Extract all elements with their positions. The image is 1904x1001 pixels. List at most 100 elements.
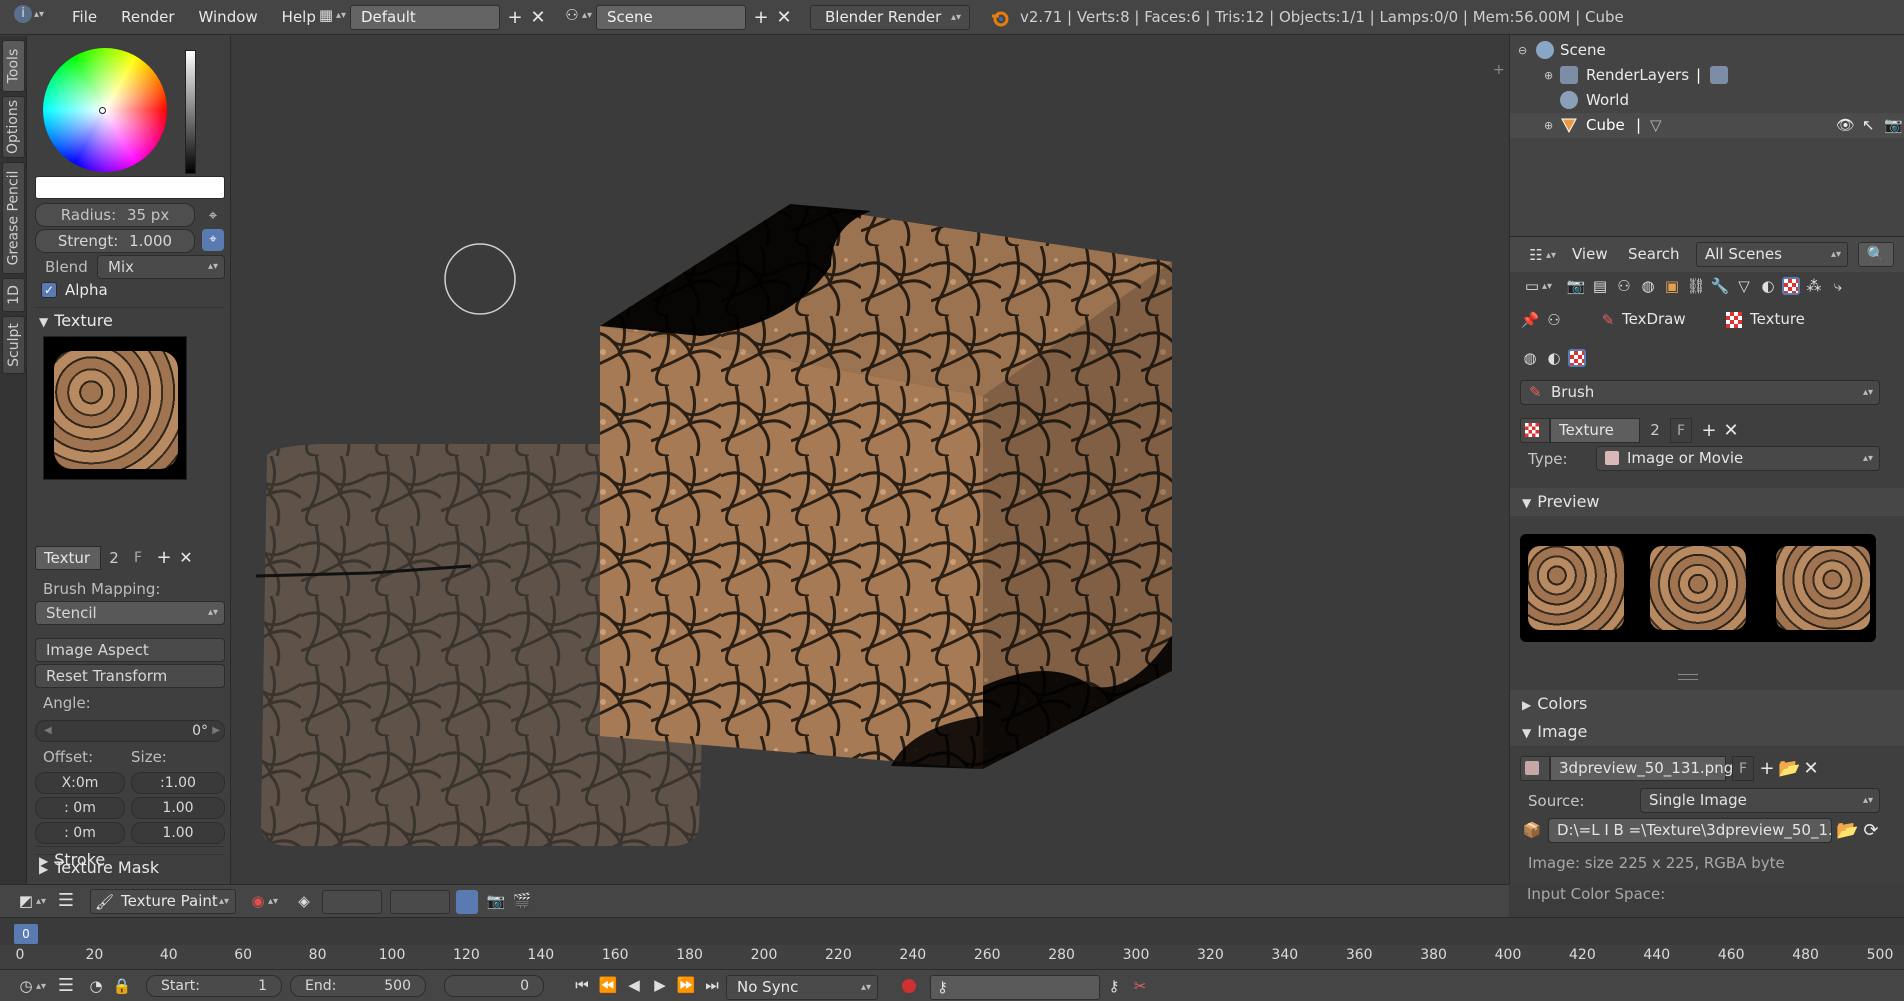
new-texture-icon[interactable]: + xyxy=(1698,418,1720,443)
world-tab-icon[interactable]: ◍ xyxy=(1638,276,1658,296)
outliner-search-icon[interactable]: 🔍 xyxy=(1858,242,1894,267)
constraints-tab-icon[interactable]: ⛓ xyxy=(1686,276,1706,296)
expand-icon[interactable]: ⊕ xyxy=(1544,113,1553,138)
texture-name-field[interactable]: Textur xyxy=(35,546,101,570)
color-wheel[interactable] xyxy=(43,48,167,172)
pin-icon[interactable]: 📌 xyxy=(1520,310,1540,330)
packed-file-icon[interactable]: 📦 xyxy=(1522,820,1542,840)
menu-file[interactable]: File xyxy=(60,0,109,35)
preview-resize-handle[interactable] xyxy=(1678,674,1698,680)
visibility-eye-icon[interactable]: 👁 xyxy=(1836,113,1855,138)
texture-panel-header[interactable]: ▼ Texture xyxy=(35,307,225,333)
new-image-icon[interactable]: + xyxy=(1756,756,1778,781)
add-scene-icon[interactable]: + xyxy=(750,5,772,30)
unlink-texture-icon[interactable]: ✕ xyxy=(175,545,197,570)
menu-toggle-icon[interactable]: ☰ xyxy=(56,976,76,996)
reset-transform-button[interactable]: Reset Transform xyxy=(35,664,225,688)
info-editor-icon[interactable]: i xyxy=(14,5,32,23)
texture-tab-icon[interactable] xyxy=(1782,277,1800,295)
brush-color-swatch[interactable] xyxy=(35,176,225,199)
render-layers-tab-icon[interactable]: ▤ xyxy=(1590,276,1610,296)
texture-users-count[interactable]: 2 xyxy=(103,546,125,570)
outliner-row-world[interactable]: World xyxy=(1510,88,1904,113)
size-x-field[interactable]: :1.00 xyxy=(131,772,225,794)
remove-scene-icon[interactable]: ✕ xyxy=(773,5,795,30)
color-wheel-cursor[interactable] xyxy=(99,107,106,114)
play-icon[interactable]: ▶ xyxy=(650,975,670,995)
material-texture-context-icon[interactable]: ◐ xyxy=(1544,348,1564,368)
browse-filepath-icon[interactable]: 📂 xyxy=(1836,818,1858,843)
selectable-cursor-icon[interactable]: ↖ xyxy=(1862,113,1875,138)
modifiers-tab-icon[interactable]: 🔧 xyxy=(1710,276,1730,296)
angle-field[interactable]: ◀ 0° ▶ xyxy=(35,720,225,742)
image-source-select[interactable]: Single Image ▴▾ xyxy=(1640,788,1880,813)
renderable-camera-icon[interactable]: 📷 xyxy=(1884,113,1903,138)
insert-keyframe-icon[interactable]: ⚷ xyxy=(1104,976,1124,996)
layer-buttons-b[interactable] xyxy=(390,890,450,914)
tab-options[interactable]: Options xyxy=(2,96,25,158)
data-tab-icon[interactable]: ▽ xyxy=(1734,276,1754,296)
render-engine-select[interactable]: Blender Render ▴▾ xyxy=(810,5,970,30)
value-slider[interactable] xyxy=(185,50,196,174)
physics-tab-icon[interactable]: ⤷ xyxy=(1828,276,1848,296)
prev-keyframe-icon[interactable]: ⏪ xyxy=(598,975,618,995)
offset-x-field[interactable]: X:0m xyxy=(35,772,125,794)
autokey-icon[interactable]: ◔ xyxy=(86,976,106,996)
opengl-render-icon[interactable]: 📷 xyxy=(486,891,506,911)
brush-texture-context-icon[interactable] xyxy=(1568,349,1586,367)
screen-layout-field[interactable]: Default xyxy=(350,5,500,30)
brush-select[interactable]: ✎ Brush ▴▾ xyxy=(1520,380,1880,405)
jump-start-icon[interactable]: ⏮ xyxy=(572,975,592,995)
collapse-icon[interactable]: ⊖ xyxy=(1518,38,1527,63)
add-screen-icon[interactable]: + xyxy=(504,5,526,30)
texture-name-field[interactable]: Texture xyxy=(1550,418,1640,443)
menu-window[interactable]: Window xyxy=(187,0,270,35)
keying-set-field[interactable]: ⚷ xyxy=(930,975,1100,1000)
delete-keyframe-icon[interactable]: ✂ xyxy=(1130,976,1150,996)
outliner-display-mode-select[interactable]: All Scenes ▴▾ xyxy=(1696,242,1848,267)
image-browse-button[interactable] xyxy=(1520,756,1550,781)
tab-1d[interactable]: 1D xyxy=(2,278,25,312)
texture-browse-button[interactable] xyxy=(1520,418,1550,443)
colors-panel-header[interactable]: ▶ Colors xyxy=(1510,690,1904,718)
tab-tools[interactable]: Tools xyxy=(2,40,25,92)
open-image-icon[interactable]: 📂 xyxy=(1778,756,1800,781)
record-icon[interactable] xyxy=(902,979,916,993)
object-tab-icon[interactable]: ▣ xyxy=(1662,276,1682,296)
scene-icon[interactable]: ⚇ xyxy=(562,5,582,25)
editor-type-icon[interactable]: ◩ xyxy=(16,891,36,911)
timeline-ruler[interactable]: 0 20 40 60 80 100 120 140 160 180 200 220 240 260 280 3… xyxy=(0,945,1904,969)
render-layer-lock-icon[interactable] xyxy=(456,890,478,914)
image-filepath-field[interactable]: D:\=L I B =\Texture\3dpreview_50_1... xyxy=(1548,818,1832,843)
lock-icon[interactable]: 🔒 xyxy=(112,976,132,996)
particles-tab-icon[interactable]: ⁂ xyxy=(1804,276,1824,296)
outliner-row-scene[interactable]: ⊖ Scene xyxy=(1510,38,1904,63)
menu-toggle-icon[interactable]: ☰ xyxy=(56,891,76,911)
texture-fake-user-button[interactable]: F xyxy=(1670,418,1692,443)
render-layer-icon[interactable] xyxy=(1710,66,1728,84)
properties-editor-icon[interactable]: ▭ xyxy=(1522,276,1542,296)
tab-sculpt[interactable]: Sculpt xyxy=(2,316,25,374)
outliner-row-renderlayers[interactable]: ⊕ RenderLayers | xyxy=(1510,63,1904,88)
blend-select[interactable]: Mix ▴▾ xyxy=(97,255,225,279)
reload-image-icon[interactable]: ⟳ xyxy=(1860,818,1882,843)
outliner-editor-icon[interactable]: ☷ xyxy=(1526,245,1546,265)
current-frame-indicator[interactable]: 0 xyxy=(14,924,38,944)
texture-fake-user-button[interactable]: F xyxy=(127,546,149,570)
offset-y-field[interactable]: : 0m xyxy=(35,797,125,819)
screen-layout-icon[interactable]: ▦ xyxy=(316,5,336,25)
render-tab-icon[interactable]: 📷 xyxy=(1566,276,1586,296)
outliner-search-menu[interactable]: Search xyxy=(1628,245,1680,263)
alpha-checkbox[interactable]: ✓ xyxy=(41,282,57,298)
outliner-view-menu[interactable]: View xyxy=(1572,245,1608,263)
brush-mapping-select[interactable]: Stencil ▴▾ xyxy=(35,601,225,625)
strength-field[interactable]: Strengt: 1.000 xyxy=(35,229,195,253)
texture-thumbnail[interactable] xyxy=(43,336,187,480)
remove-screen-icon[interactable]: ✕ xyxy=(527,5,549,30)
unlink-texture-icon[interactable]: ✕ xyxy=(1720,418,1742,443)
world-texture-context-icon[interactable]: ◍ xyxy=(1520,348,1540,368)
radius-field[interactable]: Radius: 35 px xyxy=(35,203,195,227)
sync-mode-select[interactable]: No Sync ▴▾ xyxy=(726,975,878,1000)
3d-viewport[interactable]: + xyxy=(231,36,1509,884)
menu-render[interactable]: Render xyxy=(109,0,186,35)
